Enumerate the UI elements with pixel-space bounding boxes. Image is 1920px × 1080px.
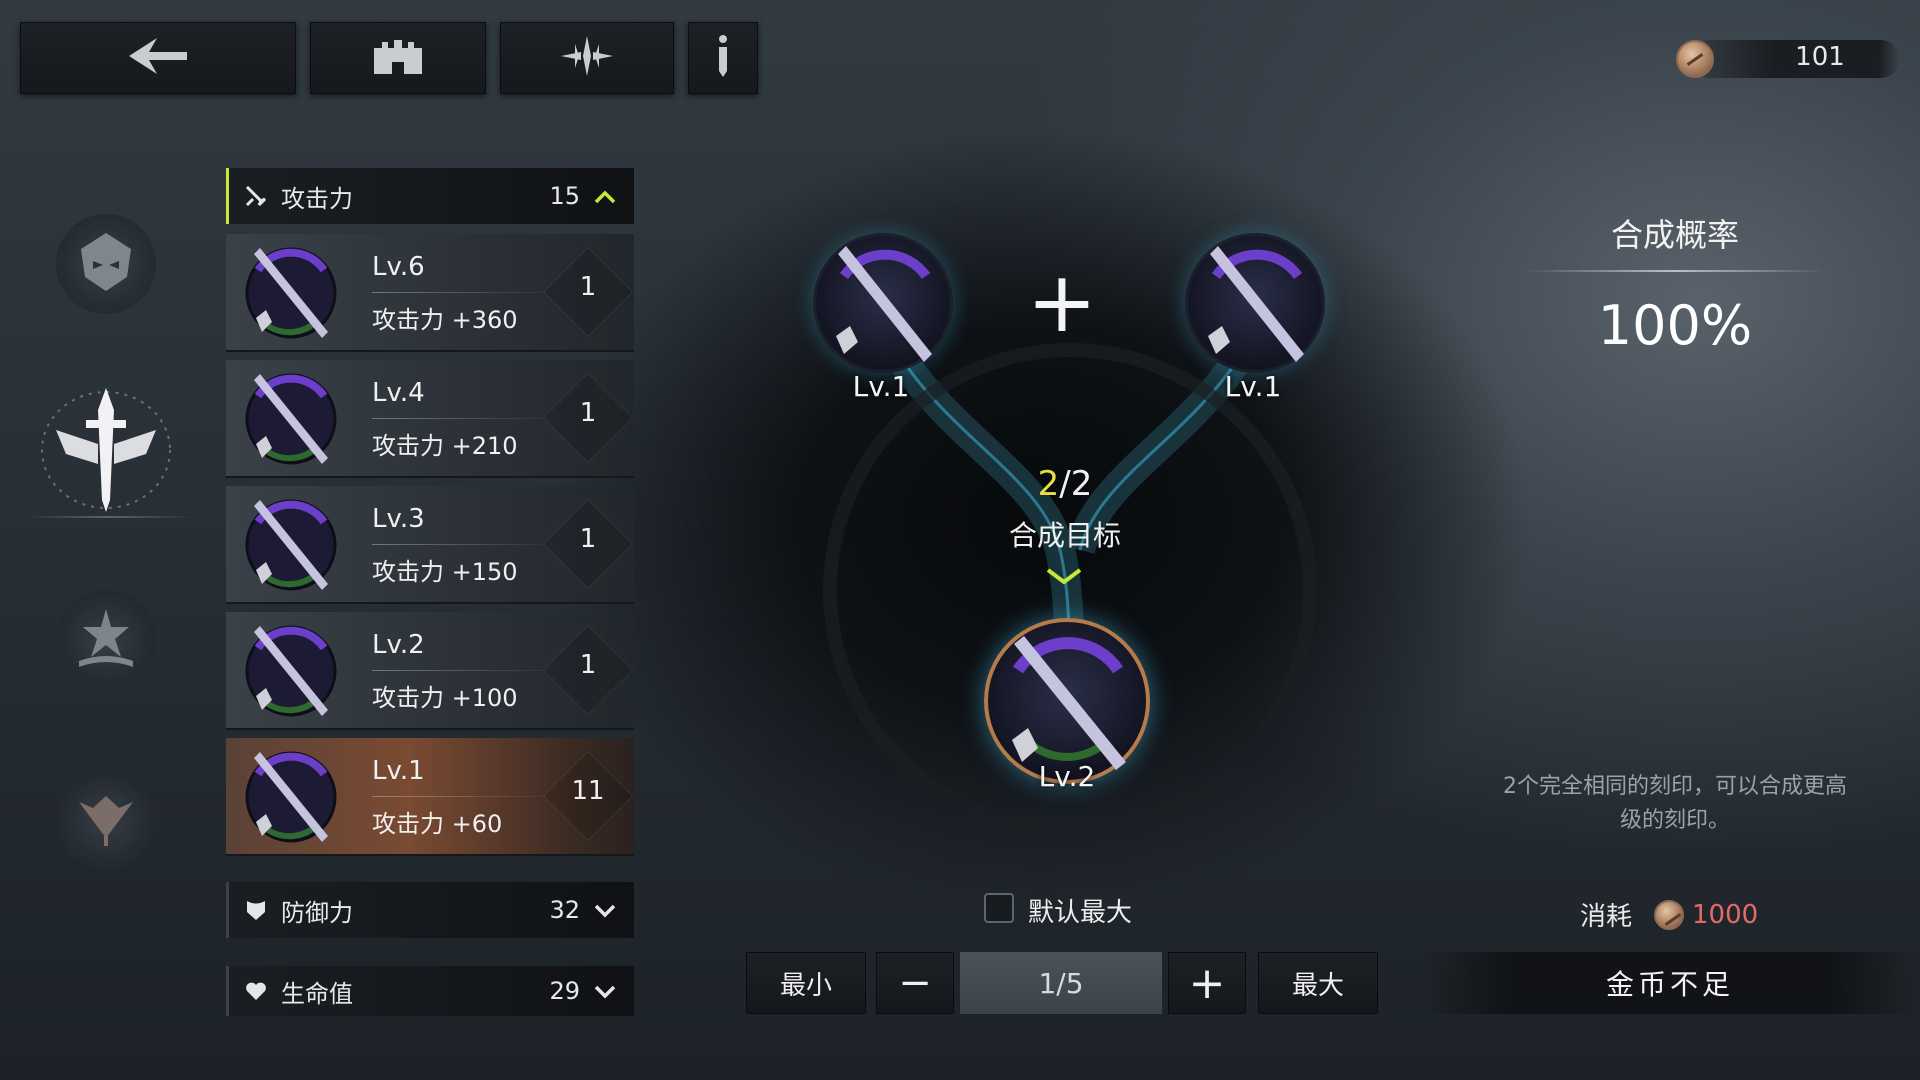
rate-value: 100% [1597, 294, 1753, 357]
dagger-emblem-icon [245, 247, 337, 339]
category-count: 29 [549, 977, 580, 1005]
item-qty: 1 [579, 398, 597, 428]
winged-sword-icon [26, 388, 186, 524]
rail-wings-button[interactable] [56, 770, 156, 870]
category-defense[interactable]: 防御力 32 [226, 882, 634, 938]
dagger-emblem-icon [245, 751, 337, 843]
max-button[interactable]: 最大 [1258, 952, 1378, 1014]
category-label: 防御力 [281, 898, 353, 927]
cost-label: 消耗 [1580, 902, 1633, 932]
helmet-icon [71, 227, 141, 301]
item-divider [372, 418, 562, 419]
chevron-down-icon [590, 896, 620, 924]
dagger-emblem-icon [245, 499, 337, 591]
cost-row: 消耗 1000 [1580, 896, 1758, 933]
dagger-emblem-icon [245, 373, 337, 465]
coin-icon [1676, 40, 1714, 78]
plus-icon: + [1026, 253, 1098, 351]
category-hp[interactable]: 生命值 29 [226, 966, 634, 1016]
currency-value: 101 [1795, 42, 1845, 72]
item-divider [372, 796, 562, 797]
material-slot-left[interactable] [813, 233, 953, 373]
category-label: 生命值 [281, 979, 353, 1008]
rail-star-button[interactable] [56, 590, 156, 690]
spark-icon [557, 34, 617, 82]
rail-helmet-button[interactable] [56, 214, 156, 314]
target-level: Lv.2 [1038, 760, 1096, 793]
min-button[interactable]: 最小 [746, 952, 866, 1014]
decrease-button[interactable]: − [876, 952, 954, 1014]
item-stat: 攻击力 +150 [372, 558, 518, 586]
castle-button[interactable] [310, 22, 486, 94]
material-slot-right[interactable] [1185, 233, 1325, 373]
progress-current: 2 [1037, 464, 1060, 504]
heart-icon [241, 980, 271, 1002]
back-button[interactable] [20, 22, 296, 94]
item-divider [372, 292, 562, 293]
item-level: Lv.3 [372, 504, 425, 534]
coin-icon [1654, 899, 1685, 930]
item-divider [372, 544, 562, 545]
list-item[interactable]: Lv.2 攻击力 +100 1 [226, 612, 634, 730]
sword-icon [241, 183, 271, 209]
castle-icon [372, 36, 424, 80]
default-max-checkbox[interactable] [984, 893, 1014, 923]
shield-icon [241, 898, 271, 922]
progress-total: /2 [1059, 464, 1093, 504]
list-item-selected[interactable]: Lv.1 攻击力 +60 11 [226, 738, 634, 856]
category-count: 15 [549, 182, 580, 210]
info-icon [714, 33, 732, 83]
category-count: 32 [549, 896, 580, 924]
wings-icon [69, 788, 143, 852]
cost-value: 1000 [1692, 899, 1759, 930]
dagger-emblem-icon [836, 246, 932, 362]
category-attack[interactable]: 攻击力 15 [226, 168, 634, 224]
composition-description: 2个完全相同的刻印，可以合成更高级的刻印。 [1503, 774, 1847, 833]
item-level: Lv.2 [372, 630, 425, 660]
rate-divider [1525, 270, 1825, 272]
dagger-emblem-icon [1208, 246, 1304, 362]
item-stat: 攻击力 +210 [372, 432, 518, 460]
category-label: 攻击力 [281, 184, 353, 213]
dagger-emblem-icon [245, 625, 337, 717]
item-level: Lv.1 [372, 756, 425, 786]
progress-count: 2/2 [990, 464, 1140, 504]
rate-title: 合成概率 [1610, 216, 1739, 254]
default-max-label: 默认最大 [1028, 898, 1133, 928]
skills-button[interactable] [500, 22, 674, 94]
star-book-icon [71, 603, 141, 677]
item-stat: 攻击力 +60 [372, 810, 503, 838]
slot-level-left: Lv.1 [852, 370, 910, 403]
rail-divider [24, 516, 194, 518]
back-arrow-icon [123, 34, 193, 82]
item-qty: 1 [579, 650, 597, 680]
slot-level-right: Lv.1 [1224, 370, 1282, 403]
item-divider [372, 670, 562, 671]
chevron-down-icon [1044, 566, 1084, 592]
item-qty: 1 [579, 272, 597, 302]
target-label: 合成目标 [1008, 519, 1121, 552]
rail-sword-button[interactable] [26, 380, 186, 520]
info-button[interactable] [688, 22, 758, 94]
chevron-up-icon [590, 182, 620, 210]
item-level: Lv.6 [372, 252, 425, 282]
item-qty: 11 [571, 776, 605, 806]
item-stat: 攻击力 +100 [372, 684, 518, 712]
list-item[interactable]: Lv.4 攻击力 +210 1 [226, 360, 634, 478]
quantity-display: 1/5 [960, 952, 1162, 1014]
increase-button[interactable]: + [1168, 952, 1246, 1014]
chevron-down-icon [590, 977, 620, 1005]
item-qty: 1 [579, 524, 597, 554]
item-stat: 攻击力 +360 [372, 306, 518, 334]
item-level: Lv.4 [372, 378, 425, 408]
list-item[interactable]: Lv.6 攻击力 +360 1 [226, 234, 634, 352]
insufficient-gold-button[interactable]: 金币不足 [1420, 952, 1920, 1014]
list-item[interactable]: Lv.3 攻击力 +150 1 [226, 486, 634, 604]
dagger-emblem-icon [1012, 636, 1126, 770]
